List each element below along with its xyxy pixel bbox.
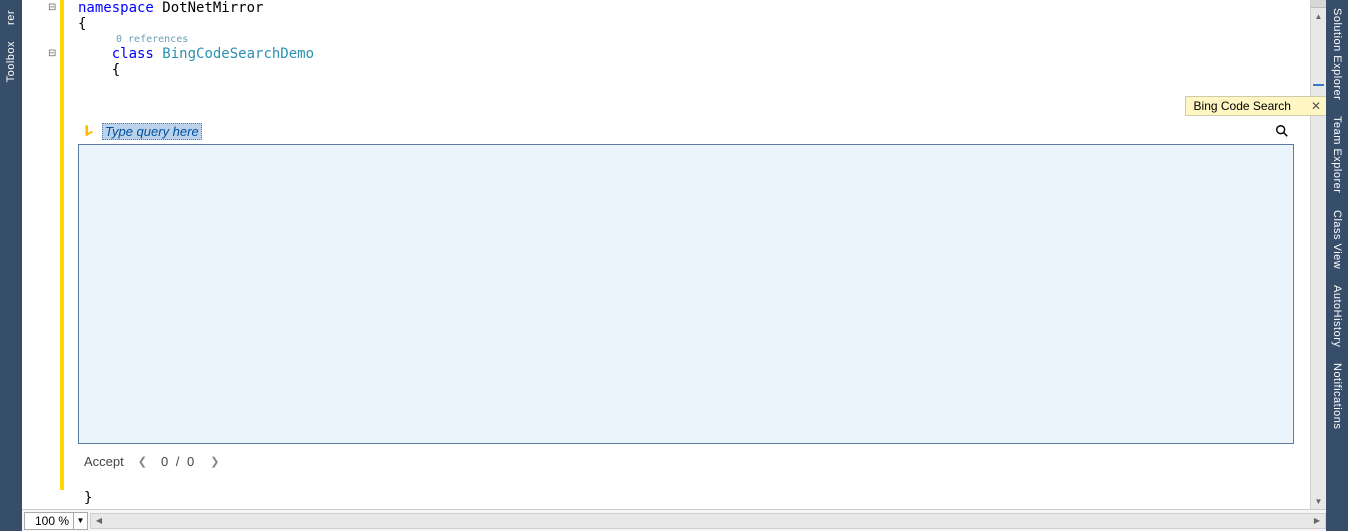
class-name: BingCodeSearchDemo [154,46,314,62]
horizontal-scrollbar[interactable]: ◀ ▶ [90,513,1326,529]
left-tool-rail: rer Toolbox [0,0,22,531]
editor-gutter: ⊟ ⊟ [22,0,64,509]
brace-open: { [112,62,120,78]
namespace-name: DotNetMirror [154,0,264,16]
search-placeholder: Type query here [102,123,202,140]
editor-column: ⊟ ⊟ namespace DotNetMirror { 0 reference… [22,0,1326,531]
zoom-selector[interactable]: 100 % ▼ [24,512,88,530]
search-results-area[interactable] [78,144,1294,444]
vertical-scrollbar[interactable]: ▲ ▼ [1310,0,1326,509]
scroll-right-icon[interactable]: ▶ [1309,514,1325,528]
accept-button[interactable]: Accept [84,454,124,469]
keyword-class: class [112,46,154,62]
split-handle[interactable] [1311,0,1326,8]
pin-icon[interactable] [1297,99,1305,113]
rail-item-toolbox[interactable]: Toolbox [5,35,17,88]
caret-marker [1313,84,1324,86]
close-icon[interactable]: ✕ [1305,99,1326,113]
scroll-left-icon[interactable]: ◀ [91,514,107,528]
brace-open: { [78,16,86,32]
collapse-icon[interactable]: ⊟ [48,2,56,13]
results-nav-row: Accept ❮ 0 / 0 ❯ [78,444,1294,474]
scroll-down-icon[interactable]: ▼ [1311,493,1326,509]
bing-logo-icon [82,124,96,138]
code-editor[interactable]: ⊟ ⊟ namespace DotNetMirror { 0 reference… [22,0,1326,509]
search-header: Type query here [78,120,1294,144]
search-icon[interactable] [1274,123,1290,139]
rail-item-autohistory[interactable]: AutoHistory [1331,281,1343,351]
tag-label: Bing Code Search [1186,99,1297,113]
rail-item-team-explorer[interactable]: Team Explorer [1331,112,1343,197]
brace-close: } [84,490,92,506]
chevron-down-icon[interactable]: ▼ [73,513,87,529]
search-input[interactable]: Type query here [102,123,1268,140]
codelens-references[interactable]: 0 references [78,32,1326,46]
scroll-up-icon[interactable]: ▲ [1311,8,1326,24]
collapse-icon[interactable]: ⊟ [48,48,56,59]
keyword-namespace: namespace [78,0,154,16]
scroll-track[interactable] [1311,24,1326,493]
prev-result-icon[interactable]: ❮ [134,455,151,468]
rail-item-truncated[interactable]: rer [5,4,17,31]
bing-code-search-tag: Bing Code Search ✕ [1185,96,1326,116]
zoom-value: 100 % [25,514,73,528]
editor-status-bar: 100 % ▼ ◀ ▶ [22,509,1326,531]
rail-item-solution-explorer[interactable]: Solution Explorer [1331,4,1343,104]
bing-code-search-panel: Type query here Accept ❮ 0 / 0 ❯ [78,120,1294,474]
rail-item-class-view[interactable]: Class View [1331,206,1343,273]
app-root: rer Toolbox ⊟ ⊟ namespace DotNetMirror {… [0,0,1348,531]
next-result-icon[interactable]: ❯ [206,455,223,468]
rail-item-notifications[interactable]: Notifications [1331,359,1343,433]
right-tool-rail: Solution Explorer Team Explorer Class Vi… [1326,0,1348,531]
result-counter: 0 / 0 [161,454,196,469]
